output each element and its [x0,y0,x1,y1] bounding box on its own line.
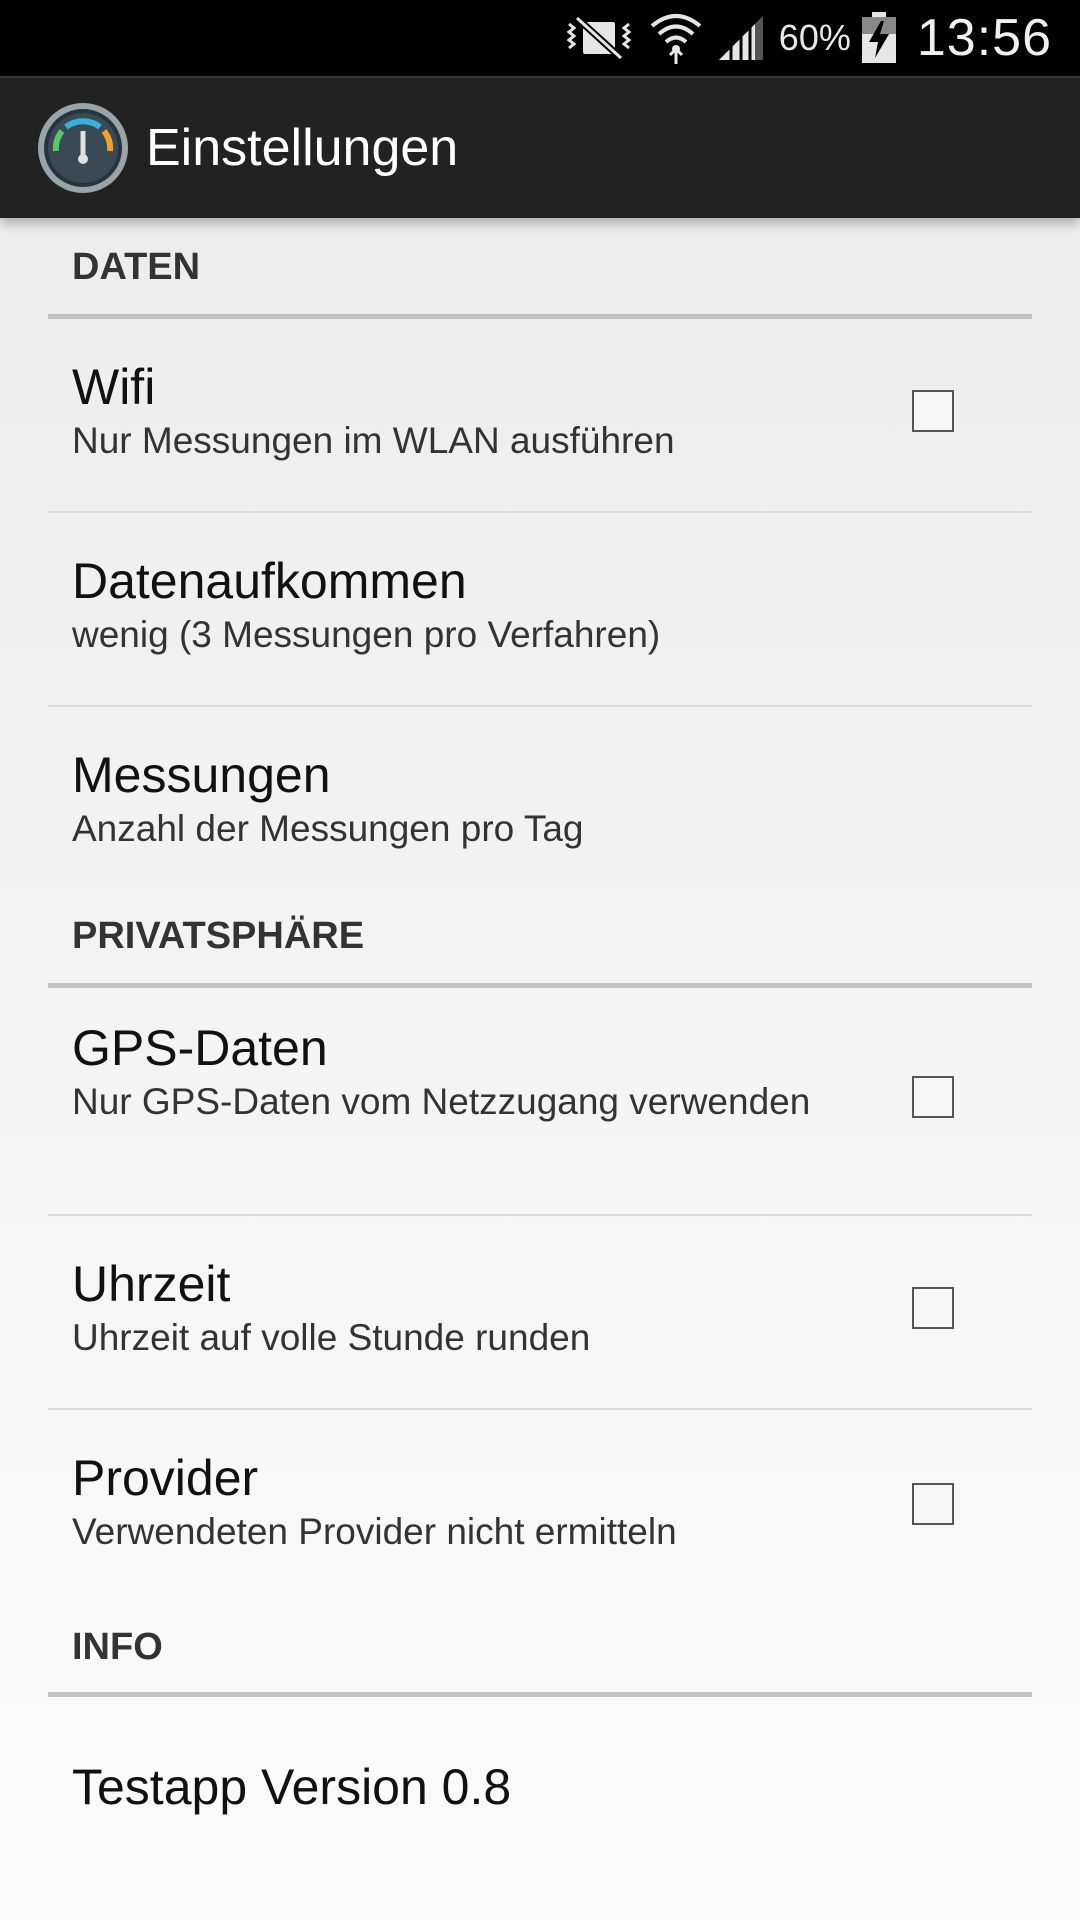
wifi-checkbox[interactable] [912,390,954,432]
battery-charging-icon [861,12,897,64]
version-title: Testapp Version 0.8 [72,1759,512,1815]
pref-title: Uhrzeit [72,1256,231,1312]
section-header-label: PRIVATSPHÄRE [72,915,365,957]
pref-text: Wifi Nur Messungen im WLAN ausführen [72,357,852,465]
section-header-label: DATEN [72,246,201,288]
status-bar: 60% 13:56 [0,0,1080,76]
wifi-icon [649,10,703,66]
pref-uhrzeit[interactable]: Uhrzeit Uhrzeit auf volle Stunde runden [48,1216,1032,1410]
pref-title: Messungen [72,747,331,803]
gps-daten-checkbox[interactable] [912,1076,954,1118]
pref-summary: Uhrzeit auf volle Stunde runden [72,1317,591,1358]
section-header-info: INFO [48,1604,1032,1697]
pref-text: Provider Verwendeten Provider nicht ermi… [72,1448,852,1556]
pref-messungen[interactable]: Messungen Anzahl der Messungen pro Tag [48,707,1032,901]
provider-checkbox[interactable] [912,1483,954,1525]
pref-text: Messungen Anzahl der Messungen pro Tag [72,745,852,853]
pref-version[interactable]: Testapp Version 0.8 [48,1697,1032,1897]
pref-summary: Anzahl der Messungen pro Tag [72,808,584,849]
pref-datenaufkommen[interactable]: Datenaufkommen wenig (3 Messungen pro Ve… [48,513,1032,707]
pref-title: Wifi [72,359,156,415]
pref-text: Uhrzeit Uhrzeit auf volle Stunde runden [72,1254,852,1362]
pref-wifi[interactable]: Wifi Nur Messungen im WLAN ausführen [48,319,1032,513]
pref-title: GPS-Daten [72,1020,328,1076]
pref-summary: Nur Messungen im WLAN ausführen [72,420,675,461]
action-bar: Einstellungen [0,76,1080,218]
pref-summary: Nur GPS-Daten vom Netzzugang verwenden [72,1081,811,1122]
settings-list: DATEN Wifi Nur Messungen im WLAN ausführ… [0,218,1080,1897]
pref-text: Testapp Version 0.8 [72,1757,852,1817]
pref-title: Provider [72,1450,259,1506]
status-icons: 60% 13:56 [563,0,1052,76]
pref-summary: wenig (3 Messungen pro Verfahren) [72,614,661,655]
pref-text: Datenaufkommen wenig (3 Messungen pro Ve… [72,551,852,659]
signal-icon [717,14,765,62]
pref-gps-daten[interactable]: GPS-Daten Nur GPS-Daten vom Netzzugang v… [48,988,1032,1216]
speedometer-icon[interactable] [36,101,130,195]
vibrate-mute-icon [563,14,635,62]
pref-summary: Verwendeten Provider nicht ermitteln [72,1511,677,1552]
page-title: Einstellungen [146,119,459,177]
section-header-daten: DATEN [48,218,1032,319]
pref-provider[interactable]: Provider Verwendeten Provider nicht ermi… [48,1410,1032,1604]
pref-title: Datenaufkommen [72,553,467,609]
section-header-privatsphaere: PRIVATSPHÄRE [48,901,1032,988]
uhrzeit-checkbox[interactable] [912,1287,954,1329]
clock: 13:56 [916,9,1052,67]
battery-percent: 60% [778,17,851,58]
pref-text: GPS-Daten Nur GPS-Daten vom Netzzugang v… [72,1018,852,1126]
section-header-label: INFO [72,1626,163,1668]
